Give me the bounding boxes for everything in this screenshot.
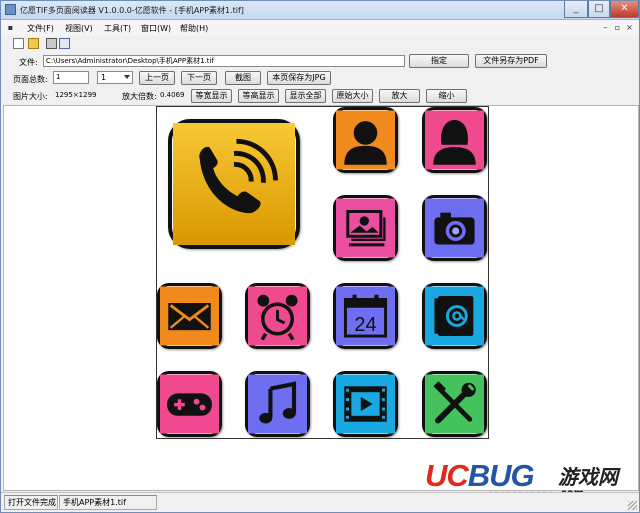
female-contact-app-icon: [422, 107, 487, 173]
address-book-app-icon: [422, 283, 487, 349]
page-total-field: 1: [53, 71, 89, 84]
status-bar: 打开文件完成 手机APP素材1.tif: [1, 492, 639, 512]
music-note-icon: [248, 374, 307, 434]
print-icon[interactable]: [46, 38, 57, 49]
doc-system-menu-icon[interactable]: ▪: [6, 24, 15, 33]
image-viewer[interactable]: 24: [3, 105, 639, 491]
address-book-icon: [425, 286, 484, 346]
gallery-app-icon: [333, 195, 398, 261]
menu-tools[interactable]: 工具(T): [104, 23, 131, 34]
mail-icon: [160, 286, 219, 346]
person-icon: [336, 110, 395, 170]
screenshot-button[interactable]: 截图: [225, 71, 261, 85]
prev-page-button[interactable]: 上一页: [139, 71, 175, 85]
resize-grip-icon[interactable]: [628, 501, 637, 510]
new-file-icon[interactable]: [13, 38, 24, 49]
app-window: 亿愿TIF多页面阅读器 V1.0.0.0-亿愿软件 - [手机APP素材1.ti…: [0, 0, 640, 513]
show-all-button[interactable]: 显示全部: [285, 89, 326, 103]
zoom-in-button[interactable]: 放大: [379, 89, 420, 103]
gamepad-icon: [160, 374, 219, 434]
file-path-field[interactable]: C:\Users\Administrator\Desktop\手机APP素材1.…: [43, 55, 405, 67]
game-controller-app-icon: [157, 371, 222, 437]
watermark-uc: UC: [425, 458, 469, 493]
video-app-icon: [333, 371, 398, 437]
phone-app-icon: [168, 119, 300, 249]
watermark-cn: 游戏网: [558, 465, 618, 489]
film-play-icon: [336, 374, 395, 434]
menu-file[interactable]: 文件(F): [27, 23, 54, 34]
menu-view[interactable]: 视图(V): [65, 23, 93, 34]
camera-app-icon: [422, 195, 487, 261]
save-jpg-button[interactable]: 本页保存为JPG: [267, 71, 331, 85]
menu-help[interactable]: 帮助(H): [180, 23, 208, 34]
toolbar: [1, 36, 639, 51]
alarm-clock-icon: [248, 286, 307, 346]
calendar-app-icon: 24: [333, 283, 398, 349]
phone-icon: [173, 123, 295, 245]
child-restore-icon[interactable]: ▫: [613, 24, 622, 33]
watermark-bug: BUG: [467, 458, 535, 493]
tools-app-icon: [422, 371, 487, 437]
mail-app-icon: [157, 283, 222, 349]
image-size-value: 1295×1299: [55, 91, 97, 99]
save-as-pdf-button[interactable]: 文件另存为PDF: [475, 54, 547, 68]
page-select[interactable]: 1: [97, 71, 133, 84]
app-logo-icon: [5, 4, 16, 15]
specify-button[interactable]: 指定: [409, 54, 469, 68]
menu-bar: ▪ 文件(F) 视图(V) 工具(T) 窗口(W) 帮助(H) – ▫ ×: [1, 20, 639, 36]
page-select-value: 1: [101, 73, 107, 82]
window-title: 亿愿TIF多页面阅读器 V1.0.0.0-亿愿软件 - [手机APP素材1.ti…: [20, 6, 244, 15]
open-folder-icon[interactable]: [28, 38, 39, 49]
file-label: 文件:: [19, 58, 38, 67]
child-close-icon[interactable]: ×: [625, 24, 634, 33]
maximize-button[interactable]: □: [588, 1, 610, 18]
next-page-button[interactable]: 下一页: [181, 71, 217, 85]
title-bar: 亿愿TIF多页面阅读器 V1.0.0.0-亿愿软件 - [手机APP素材1.ti…: [1, 1, 639, 20]
status-message: 打开文件完成: [4, 495, 58, 510]
zoom-out-button[interactable]: 缩小: [426, 89, 467, 103]
calendar-day-number: 24: [354, 314, 377, 336]
fit-width-button[interactable]: 等宽显示: [191, 89, 232, 103]
male-contact-app-icon: [333, 107, 398, 173]
alarm-clock-app-icon: [245, 283, 310, 349]
picture-icon: [336, 198, 395, 258]
page-total-label: 页面总数:: [13, 75, 48, 84]
minimize-button[interactable]: _: [564, 1, 588, 18]
tif-page: 24: [156, 106, 489, 439]
fit-height-button[interactable]: 等高显示: [238, 89, 279, 103]
watermark-brand: UCBUG: [425, 458, 535, 494]
close-button[interactable]: ✕: [610, 1, 639, 18]
status-filename: 手机APP素材1.tif: [59, 495, 157, 510]
print-preview-icon[interactable]: [59, 38, 70, 49]
wrench-screwdriver-icon: [425, 374, 484, 434]
zoom-value: 0.4069: [160, 91, 185, 99]
child-minimize-icon[interactable]: –: [601, 24, 610, 33]
camera-icon: [425, 198, 484, 258]
music-app-icon: [245, 371, 310, 437]
menu-window[interactable]: 窗口(W): [141, 23, 171, 34]
image-size-label: 图片大小:: [13, 92, 48, 101]
zoom-label: 放大倍数:: [122, 92, 157, 101]
original-size-button[interactable]: 原始大小: [332, 89, 373, 103]
chevron-down-icon: [124, 75, 130, 79]
person-female-icon: [425, 110, 484, 170]
